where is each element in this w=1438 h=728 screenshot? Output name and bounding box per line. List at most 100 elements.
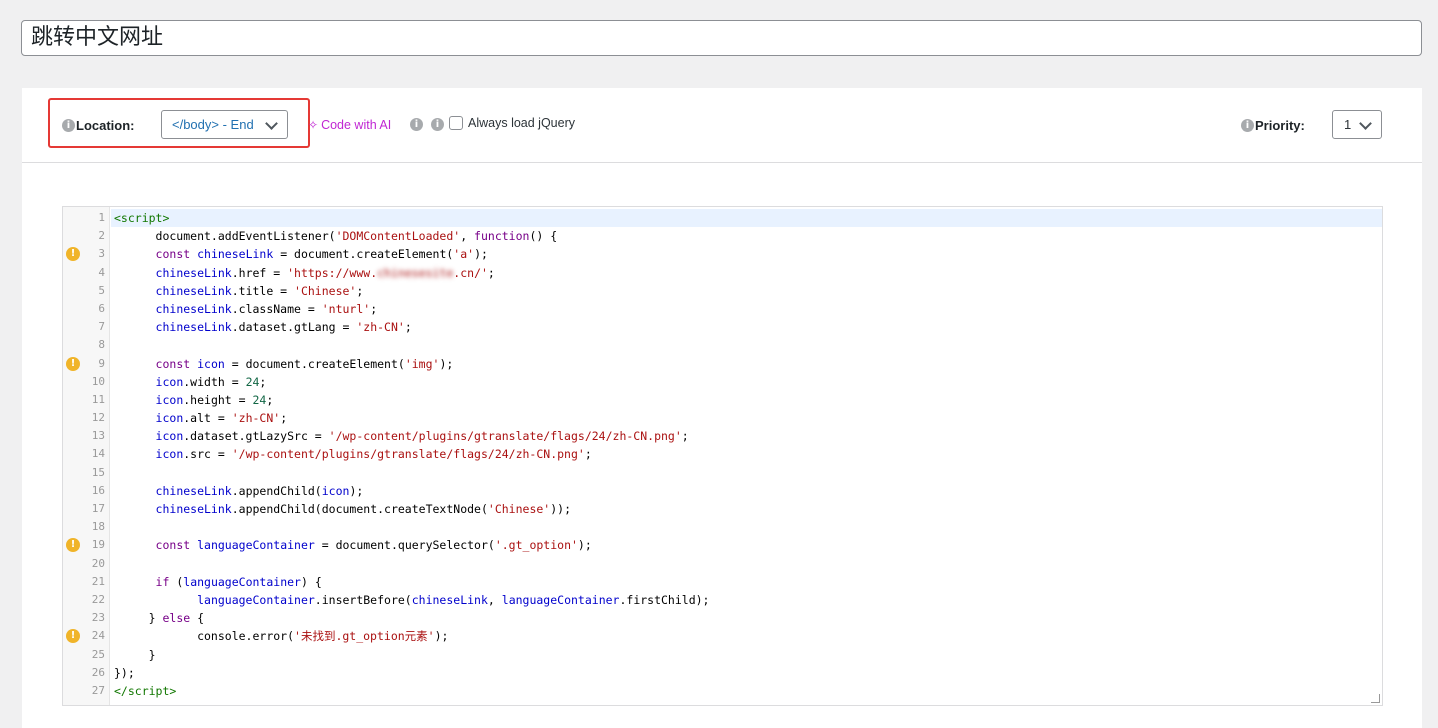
line-number: 5 bbox=[98, 283, 105, 297]
code-line[interactable]: 18 bbox=[63, 518, 1382, 536]
location-label-text: Location: bbox=[76, 118, 135, 133]
code-line[interactable]: 14 icon.src = '/wp-content/plugins/gtran… bbox=[63, 445, 1382, 463]
code-line[interactable]: 1 <script> bbox=[63, 209, 1382, 228]
priority-label: i Priority: bbox=[1241, 118, 1305, 133]
code-with-ai-label: Code with AI bbox=[321, 118, 392, 132]
code-line[interactable]: 11 icon.height = 24; bbox=[63, 391, 1382, 409]
code-with-ai-link[interactable]: ✧ Code with AI bbox=[308, 118, 391, 132]
priority-select-value: 1 bbox=[1344, 117, 1352, 132]
code-text: </script> bbox=[114, 683, 177, 698]
code-text: <script> bbox=[111, 209, 1382, 228]
snippet-editor-panel: i Location: </body> - End ✧ Code with AI… bbox=[22, 88, 1422, 728]
code-line[interactable]: 13 icon.dataset.gtLazySrc = '/wp-content… bbox=[63, 427, 1382, 445]
line-number: 3 bbox=[98, 247, 105, 261]
line-number: 20 bbox=[91, 556, 105, 570]
line-number: 9 bbox=[98, 356, 105, 370]
code-line[interactable]: 20 bbox=[63, 555, 1382, 573]
priority-label-text: Priority: bbox=[1255, 118, 1305, 133]
code-text: chineseLink.appendChild(icon); bbox=[155, 483, 364, 498]
code-line[interactable]: 21 if (languageContainer) { bbox=[63, 573, 1382, 591]
code-line[interactable]: 22 languageContainer.insertBefore(chines… bbox=[63, 591, 1382, 609]
line-number: 22 bbox=[91, 592, 105, 606]
code-line[interactable]: 23 } else { bbox=[63, 609, 1382, 627]
line-number: 23 bbox=[91, 611, 105, 625]
code-line[interactable]: ! 3 const chineseLink = document.createEl… bbox=[63, 245, 1382, 263]
line-number: 18 bbox=[91, 520, 105, 534]
code-text: const languageContainer = document.query… bbox=[155, 538, 592, 553]
code-editor[interactable]: 1 <script> 2 document.addEventListener('DO… bbox=[62, 206, 1383, 706]
location-label: i Location: bbox=[62, 118, 135, 133]
code-line[interactable]: ! 19 const languageContainer = document.q… bbox=[63, 536, 1382, 554]
line-number: 12 bbox=[91, 411, 105, 425]
code-text: icon.height = 24; bbox=[155, 392, 274, 407]
code-line[interactable]: 25 } bbox=[63, 646, 1382, 664]
code-text: console.error('未找到.gt_option元素'); bbox=[114, 629, 449, 644]
chevron-down-icon bbox=[1359, 117, 1372, 130]
line-number: 16 bbox=[91, 483, 105, 497]
line-number: 8 bbox=[98, 338, 105, 352]
line-number: 7 bbox=[98, 320, 105, 334]
line-number: 14 bbox=[91, 447, 105, 461]
code-line[interactable]: 5 chineseLink.title = 'Chinese'; bbox=[63, 282, 1382, 300]
line-number: 1 bbox=[98, 211, 105, 224]
code-line[interactable]: ! 9 const icon = document.createElement('… bbox=[63, 355, 1382, 373]
line-number: 17 bbox=[91, 502, 105, 515]
code-text: icon.alt = 'zh-CN'; bbox=[155, 411, 288, 426]
line-number: 13 bbox=[91, 429, 105, 443]
info-icon[interactable]: i bbox=[431, 118, 444, 131]
line-number: 6 bbox=[98, 301, 105, 315]
code-text: } else { bbox=[114, 611, 205, 626]
location-select[interactable]: </body> - End bbox=[161, 110, 288, 139]
code-line[interactable]: 2 document.addEventListener('DOMContentL… bbox=[63, 227, 1382, 245]
code-text: chineseLink.dataset.gtLang = 'zh-CN'; bbox=[155, 320, 412, 335]
always-load-jquery-option[interactable]: Always load jQuery bbox=[449, 116, 575, 130]
priority-select[interactable]: 1 bbox=[1332, 110, 1382, 139]
info-icon[interactable]: i bbox=[62, 119, 75, 132]
code-line[interactable]: 7 chineseLink.dataset.gtLang = 'zh-CN'; bbox=[63, 318, 1382, 336]
line-number: 4 bbox=[98, 265, 105, 279]
line-number: 19 bbox=[91, 538, 105, 552]
line-number: 24 bbox=[91, 629, 105, 643]
code-line[interactable]: 4 chineseLink.href = 'https://www.chines… bbox=[63, 264, 1382, 282]
code-line[interactable]: 26}); bbox=[63, 664, 1382, 682]
code-line[interactable]: ! 24 console.error('未找到.gt_option元素'); bbox=[63, 627, 1382, 645]
code-text: icon.width = 24; bbox=[155, 374, 267, 389]
code-text: const icon = document.createElement('img… bbox=[155, 356, 454, 371]
code-line[interactable]: 27 </script> bbox=[63, 682, 1382, 700]
code-text: chineseLink.appendChild(document.createT… bbox=[155, 502, 571, 516]
code-text: chineseLink.className = 'nturl'; bbox=[155, 301, 378, 316]
line-number: 2 bbox=[98, 229, 105, 243]
chevron-down-icon bbox=[265, 117, 278, 130]
toolbar-info-icons: i i bbox=[410, 118, 444, 131]
code-text: const chineseLink = document.createEleme… bbox=[155, 247, 488, 262]
code-line[interactable]: 15 bbox=[63, 464, 1382, 482]
code-line[interactable]: 8 bbox=[63, 336, 1382, 354]
line-number: 11 bbox=[91, 392, 105, 406]
line-number: 27 bbox=[91, 683, 105, 697]
code-text: }); bbox=[114, 665, 135, 680]
line-number: 25 bbox=[91, 647, 105, 661]
code-text: chineseLink.title = 'Chinese'; bbox=[155, 283, 364, 298]
code-line[interactable]: 17 chineseLink.appendChild(document.crea… bbox=[63, 500, 1382, 518]
code-text: icon.src = '/wp-content/plugins/gtransla… bbox=[155, 447, 592, 462]
code-text: languageContainer.insertBefore(chineseLi… bbox=[197, 592, 710, 607]
code-text: document.addEventListener('DOMContentLoa… bbox=[114, 229, 558, 244]
always-load-jquery-label: Always load jQuery bbox=[468, 116, 575, 130]
snippet-toolbar: i Location: </body> - End ✧ Code with AI… bbox=[22, 88, 1422, 163]
resize-handle-icon[interactable] bbox=[1371, 694, 1380, 703]
code-line[interactable]: 10 icon.width = 24; bbox=[63, 373, 1382, 391]
info-icon[interactable]: i bbox=[410, 118, 423, 131]
line-number: 21 bbox=[91, 574, 105, 588]
code-line[interactable]: 12 icon.alt = 'zh-CN'; bbox=[63, 409, 1382, 427]
snippet-title-input[interactable]: 跳转中文网址 bbox=[21, 20, 1422, 56]
line-number: 26 bbox=[91, 665, 105, 679]
line-number: 10 bbox=[91, 374, 105, 388]
always-load-jquery-checkbox[interactable] bbox=[449, 116, 463, 130]
info-icon[interactable]: i bbox=[1241, 119, 1254, 132]
code-text: chineseLink.href = 'https://www.chineses… bbox=[155, 265, 495, 280]
code-line[interactable]: 6 chineseLink.className = 'nturl'; bbox=[63, 300, 1382, 318]
code-text: icon.dataset.gtLazySrc = '/wp-content/pl… bbox=[155, 429, 689, 444]
location-select-value: </body> - End bbox=[172, 117, 254, 132]
code-text: if (languageContainer) { bbox=[155, 574, 322, 589]
code-line[interactable]: 16 chineseLink.appendChild(icon); bbox=[63, 482, 1382, 500]
